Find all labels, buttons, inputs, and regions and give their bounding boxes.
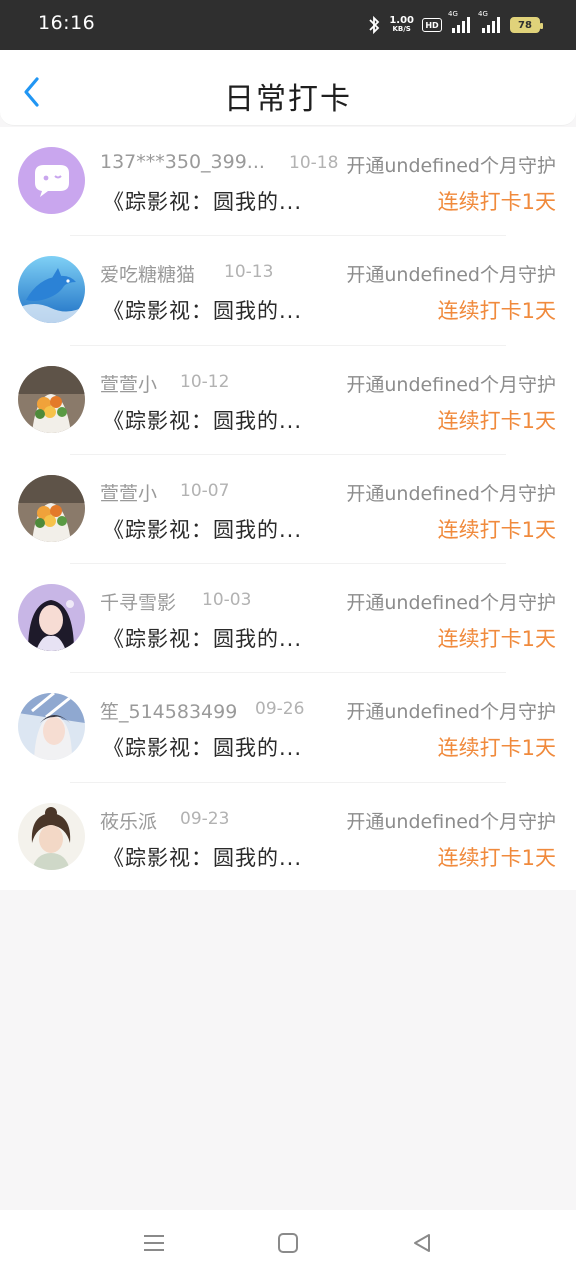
- streak-label: 连续打卡1天: [437, 408, 556, 433]
- guard-action: 开通undefined个月守护: [346, 264, 556, 287]
- checkin-list: 137***350_399... 10-18 开通undefined个月守护 《…: [0, 127, 576, 890]
- girl-portrait-avatar[interactable]: [18, 584, 85, 652]
- clock: 16:16: [38, 12, 96, 34]
- streak-label: 连续打卡1天: [437, 517, 556, 542]
- user-name: 萱萱小: [100, 373, 158, 396]
- streak-label: 连续打卡1天: [437, 845, 556, 870]
- back-triangle-icon: [414, 1234, 430, 1252]
- system-navigation-bar: [0, 1210, 576, 1280]
- checkin-date: 10-07: [180, 480, 230, 501]
- checkin-date: 10-12: [180, 371, 230, 392]
- work-title: 《踪影视：圆我的...: [103, 408, 303, 433]
- page-title: 日常打卡: [224, 82, 352, 117]
- signal-sim1-icon: 4G: [448, 10, 472, 34]
- dolphin-avatar[interactable]: [18, 256, 85, 324]
- streak-label: 连续打卡1天: [437, 736, 556, 761]
- work-title: 《踪影视：圆我的...: [103, 736, 303, 761]
- user-name: 爱吃糖糖猫: [100, 264, 196, 287]
- checkin-date: 09-26: [255, 699, 305, 720]
- user-name: 137***350_399...: [100, 151, 265, 173]
- status-icons: 1.00 KB/S HD 4G 4G 78: [367, 10, 543, 38]
- checkin-row[interactable]: 萱萱小 10-12 开通undefined个月守护 《踪影视：圆我的... 连续…: [0, 346, 576, 455]
- checkin-row[interactable]: 爱吃糖糖猫 10-13 开通undefined个月守护 《踪影视：圆我的... …: [0, 236, 576, 346]
- guard-action: 开通undefined个月守护: [346, 810, 556, 833]
- checkin-row[interactable]: 137***350_399... 10-18 开通undefined个月守护 《…: [0, 127, 576, 237]
- net-speed-unit: KB/S: [392, 25, 411, 33]
- header: 日常打卡: [0, 50, 576, 126]
- signal-sim2-icon: 4G: [478, 10, 502, 34]
- menu-button[interactable]: [142, 1232, 166, 1258]
- streak-label: 连续打卡1天: [437, 299, 556, 324]
- checkin-date: 09-23: [180, 808, 230, 829]
- work-title: 《踪影视：圆我的...: [103, 299, 303, 324]
- home-button[interactable]: [276, 1231, 300, 1259]
- streak-label: 连续打卡1天: [437, 627, 556, 652]
- guard-action: 开通undefined个月守护: [346, 482, 556, 505]
- user-name: 笙_514583499: [100, 701, 238, 724]
- bluetooth-icon: [369, 15, 380, 35]
- illustrated-girl-avatar[interactable]: [18, 802, 85, 870]
- sim1-label: 4G: [448, 10, 458, 18]
- guard-action: 开通undefined个月守护: [346, 155, 556, 177]
- work-title: 《踪影视：圆我的...: [103, 627, 303, 652]
- checkin-row[interactable]: 笙_514583499 09-26 开通undefined个月守护 《踪影视：圆…: [0, 673, 576, 783]
- checkin-row[interactable]: 莜乐派 09-23 开通undefined个月守护 《踪影视：圆我的... 连续…: [0, 783, 576, 892]
- flower-bouquet-avatar[interactable]: [18, 474, 85, 542]
- flower-bouquet-avatar[interactable]: [18, 365, 85, 433]
- status-bar: 16:16 1.00 KB/S HD 4G 4G 78: [0, 0, 576, 50]
- guard-action: 开通undefined个月守护: [346, 592, 556, 615]
- user-name: 莜乐派: [100, 810, 158, 833]
- checkin-date: 10-03: [202, 590, 252, 611]
- net-speed-value: 1.00: [389, 15, 414, 26]
- checkin-row[interactable]: 千寻雪影 10-03 开通undefined个月守护 《踪影视：圆我的... 连…: [0, 564, 576, 674]
- girl-hat-avatar[interactable]: [18, 693, 85, 761]
- work-title: 《踪影视：圆我的...: [103, 517, 303, 542]
- checkin-date: 10-18: [289, 153, 339, 173]
- guard-action: 开通undefined个月守护: [346, 701, 556, 724]
- work-title: 《踪影视：圆我的...: [103, 190, 303, 214]
- battery-icon: 78: [510, 17, 543, 33]
- checkin-row[interactable]: 萱萱小 10-07 开通undefined个月守护 《踪影视：圆我的... 连续…: [0, 455, 576, 565]
- work-title: 《踪影视：圆我的...: [103, 845, 303, 870]
- streak-label: 连续打卡1天: [437, 190, 556, 214]
- net-speed: 1.00 KB/S: [389, 16, 414, 34]
- checkin-date: 10-13: [224, 262, 274, 283]
- system-back-button[interactable]: [410, 1231, 434, 1259]
- hd-badge: HD: [422, 18, 442, 32]
- guard-action: 开通undefined个月守护: [346, 373, 556, 396]
- user-name: 千寻雪影: [100, 592, 177, 615]
- battery-level: 78: [518, 19, 532, 31]
- hd-label: HD: [425, 20, 439, 30]
- menu-icon: [144, 1235, 164, 1251]
- sim2-label: 4G: [478, 10, 488, 18]
- chat-bubble-avatar[interactable]: [18, 147, 85, 214]
- home-square-icon: [278, 1233, 298, 1253]
- user-name: 萱萱小: [100, 482, 158, 505]
